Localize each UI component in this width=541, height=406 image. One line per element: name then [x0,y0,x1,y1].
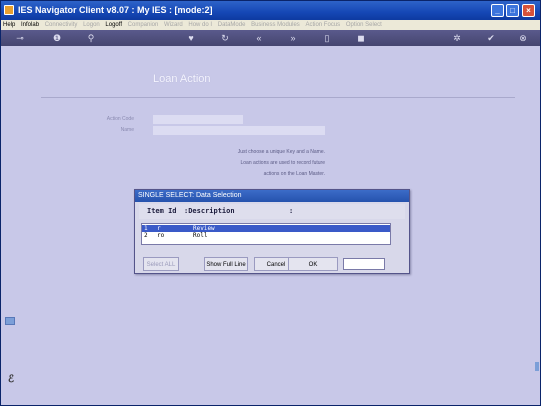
menu-infolab[interactable]: Infolab [19,20,41,30]
side-panel-tab[interactable] [5,317,15,325]
row-number: 1 [144,225,148,232]
document-icon[interactable]: ▯ [321,32,333,44]
name-label: Name [120,127,134,133]
list-item[interactable]: 2 ro Roll [142,232,390,239]
column-header: Item Id :Description : [139,204,405,219]
menu-datamode: DataMode [217,22,246,28]
toolbar: ⊸ ❶ ⚲ ♥ ↻ « » ▯ ◼ ✲ ✔ ⊗ [1,30,540,46]
row-description: Review [193,225,215,232]
heart-icon[interactable]: ♥ [185,32,197,44]
search-input[interactable] [343,258,385,270]
menu-logon: Logon [83,22,100,28]
menu-logoff[interactable]: Logoff [103,20,124,30]
search-icon[interactable]: ⚲ [85,32,97,44]
menu-how-do-i: How do I [188,22,213,28]
menu-companion: Companion [127,22,159,28]
ok-button[interactable]: OK [288,257,338,271]
header-separator: : [289,207,294,215]
menu-help[interactable]: Help [1,20,17,30]
row-description: Roll [193,232,208,239]
menu-option-select: Option Select [345,22,382,28]
rewind-icon[interactable]: « [253,32,265,44]
menu-wizard: Wizard [164,22,183,28]
selection-list: 1 r Review 2 ro Roll [141,223,391,245]
key-icon[interactable]: ⊸ [9,32,31,44]
help-line-2: Loan actions are used to record future [240,160,326,166]
right-panel-tab[interactable] [535,362,539,371]
maximize-button[interactable]: □ [506,4,519,17]
close-icon[interactable]: ⊗ [517,32,529,44]
fast-forward-icon[interactable]: » [287,32,299,44]
row-id: r [157,225,161,232]
select-all-button[interactable]: Select ALL [143,257,179,271]
window-title: IES Navigator Client v8.07 : My IES : [m… [18,5,213,15]
minimize-button[interactable]: _ [491,4,504,17]
refresh-icon[interactable]: ↻ [219,32,231,44]
settings-icon[interactable]: ✲ [451,32,463,44]
app-icon [4,5,14,15]
form-title: Loan Action [153,73,211,85]
show-full-line-button[interactable]: Show Full Line [204,257,248,271]
info-icon[interactable]: ❶ [51,32,63,44]
menu-business-modules: Business Modules [251,22,300,28]
stop-icon[interactable]: ◼ [355,32,367,44]
menu-connectivity: Connectivity [44,22,78,28]
header-description: :Description [184,207,235,215]
header-item-id: Item Id [147,207,177,215]
action-code-field[interactable] [153,115,243,124]
dialog-title[interactable]: SINGLE SELECT: Data Selection [135,190,409,202]
check-icon[interactable]: ✔ [485,32,497,44]
title-bar[interactable]: IES Navigator Client v8.07 : My IES : [m… [1,1,540,20]
name-field[interactable] [153,126,325,135]
help-line-3: actions on the Loan Master. [263,171,325,177]
close-button[interactable]: × [522,4,535,17]
action-code-label: Action Code [106,116,134,122]
help-line-1: Just choose a unique Key and a Name. [237,149,325,155]
row-number: 2 [144,232,148,239]
application-window: IES Navigator Client v8.07 : My IES : [m… [0,0,541,406]
row-id: ro [157,232,165,239]
menu-bar: Help Infolab Connectivity Logon Logoff C… [1,20,540,30]
sidebar-logo-icon: ℰ [8,374,15,385]
data-selection-dialog: SINGLE SELECT: Data Selection Item Id :D… [134,189,410,274]
list-item[interactable]: 1 r Review [142,225,390,232]
title-divider [41,97,515,98]
menu-action-focus: Action Focus [305,22,341,28]
